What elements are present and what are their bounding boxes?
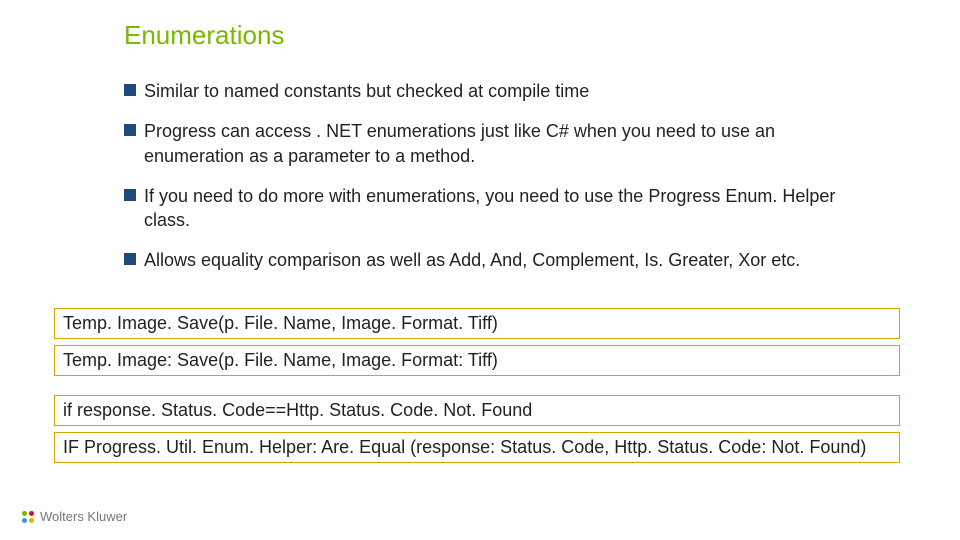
- slide-title: Enumerations: [124, 20, 900, 51]
- bullet-item: Progress can access . NET enumerations j…: [124, 119, 880, 168]
- brand-text: Wolters Kluwer: [40, 509, 127, 524]
- code-line: if response. Status. Code==Http. Status.…: [54, 395, 900, 426]
- bullet-text: Allows equality comparison as well as Ad…: [144, 248, 800, 272]
- bullet-text: Similar to named constants but checked a…: [144, 79, 589, 103]
- bullet-icon: [124, 189, 136, 201]
- bullet-text: Progress can access . NET enumerations j…: [144, 119, 880, 168]
- bullet-item: If you need to do more with enumerations…: [124, 184, 880, 233]
- footer: Wolters Kluwer: [22, 509, 127, 524]
- brand-logo-icon: [22, 511, 34, 523]
- bullet-item: Allows equality comparison as well as Ad…: [124, 248, 880, 272]
- bullet-item: Similar to named constants but checked a…: [124, 79, 880, 103]
- code-line: Temp. Image: Save(p. File. Name, Image. …: [54, 345, 900, 376]
- bullet-icon: [124, 253, 136, 265]
- code-line: Temp. Image. Save(p. File. Name, Image. …: [54, 308, 900, 339]
- bullet-icon: [124, 124, 136, 136]
- code-group-2: if response. Status. Code==Http. Status.…: [54, 395, 900, 469]
- bullet-text: If you need to do more with enumerations…: [144, 184, 880, 233]
- slide: Enumerations Similar to named constants …: [0, 0, 960, 540]
- code-group-1: Temp. Image. Save(p. File. Name, Image. …: [54, 308, 900, 382]
- bullet-list: Similar to named constants but checked a…: [124, 79, 880, 273]
- bullet-icon: [124, 84, 136, 96]
- footer-brand: Wolters Kluwer: [22, 509, 127, 524]
- code-line: IF Progress. Util. Enum. Helper: Are. Eq…: [54, 432, 900, 463]
